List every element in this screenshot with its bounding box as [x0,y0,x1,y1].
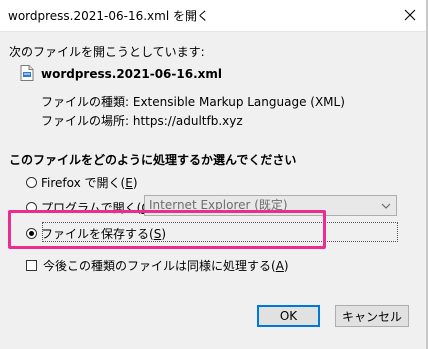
file-name: wordpress.2021-06-16.xml [41,67,223,81]
chevron-down-icon [381,203,391,209]
file-location-value: https://adultfb.xyz [132,114,243,128]
checkbox-label: 今後この種類のファイルは同様に処理する(A) [43,258,289,273]
file-type-label: ファイルの種類: [41,95,130,109]
cancel-button[interactable]: キャンセル [335,305,409,327]
remember-choice-checkbox[interactable]: 今後この種類のファイルは同様に処理する(A) [26,257,289,273]
highlight-annotation [8,210,326,249]
checkbox[interactable] [26,259,37,271]
file-type-row: ファイルの種類: Extensible Markup Language (XML… [41,93,345,110]
window-title: wordpress.2021-06-16.xml を開く [8,9,209,23]
lead-text: 次のファイルを開こうとしています: [9,45,205,59]
title-bar: wordpress.2021-06-16.xml を開く [0,0,428,32]
dialog-content: 次のファイルを開こうとしています: wordpress.2021-06-16.x… [0,32,428,349]
file-location-label: ファイルの場所: [41,114,130,128]
close-icon[interactable] [396,2,424,28]
radio-open-with-firefox[interactable]: Firefox で開く(E) [26,174,138,190]
file-type-value: Extensible Markup Language (XML) [132,95,345,109]
file-location-row: ファイルの場所: https://adultfb.xyz [41,112,243,129]
ok-button[interactable]: OK [257,305,320,327]
question-heading: このファイルをどのように処理するか選んでください [9,153,297,167]
radio-button[interactable] [26,176,37,188]
close-glyph [404,9,416,21]
xml-file-icon [20,65,34,81]
radio-label: Firefox で開く(E) [41,175,138,190]
